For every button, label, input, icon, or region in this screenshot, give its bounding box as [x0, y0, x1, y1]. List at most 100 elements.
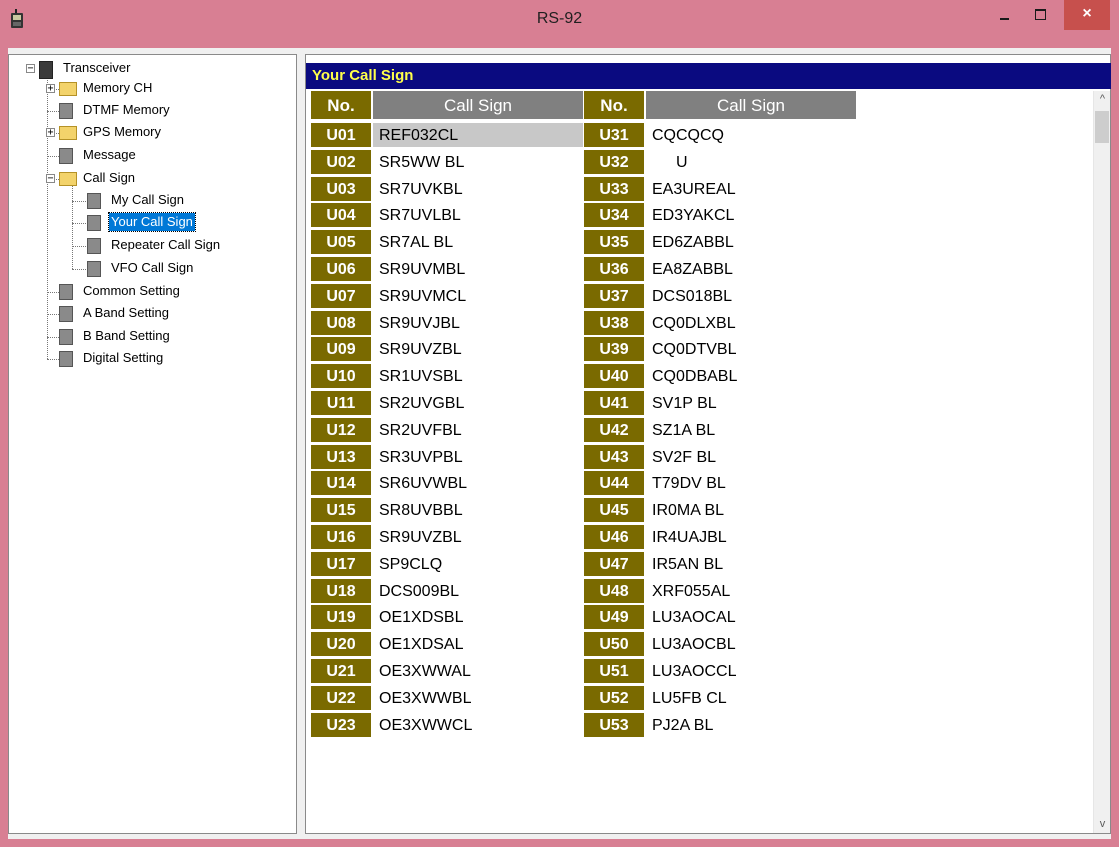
call-sign-cell[interactable]: SR2UVFBL — [373, 418, 583, 444]
call-sign-cell[interactable]: SR8UVBBL — [373, 498, 583, 525]
tree-item-label: Message — [83, 147, 136, 162]
call-sign-cell[interactable]: SR7UVLBL — [373, 203, 583, 230]
call-sign-cell[interactable]: U — [646, 150, 856, 176]
call-sign-cell[interactable]: SR7UVKBL — [373, 177, 583, 203]
collapse-icon[interactable]: − — [46, 174, 55, 184]
slot-number: U49 — [584, 605, 644, 632]
title-bar[interactable]: RS-92 × — [0, 0, 1119, 40]
slot-number: U44 — [584, 471, 644, 498]
slot-number: U41 — [584, 391, 644, 417]
call-sign-cell[interactable]: PJ2A BL — [646, 713, 856, 739]
slot-number: U19 — [311, 605, 371, 632]
call-sign-cell[interactable]: OE1XDSBL — [373, 605, 583, 632]
scroll-down-icon[interactable]: v — [1094, 816, 1111, 833]
tree-connector — [47, 292, 59, 293]
page-icon — [59, 351, 73, 367]
call-sign-cell[interactable]: LU3AOCCL — [646, 659, 856, 685]
call-sign-cell[interactable]: IR5AN BL — [646, 552, 856, 578]
navigation-tree[interactable]: Transceiver − Memory CH + DTMF Memory GPS Mem… — [8, 54, 297, 834]
tree-item-label: Your Call Sign — [108, 212, 196, 232]
expand-icon[interactable]: + — [46, 128, 55, 138]
slot-number: U46 — [584, 525, 644, 551]
vertical-scrollbar[interactable]: ^ v — [1093, 91, 1110, 833]
call-sign-cell[interactable]: SR7AL BL — [373, 230, 583, 257]
tree-item-label: GPS Memory — [83, 124, 162, 139]
client-area: Transceiver − Memory CH + DTMF Memory GPS Mem… — [8, 48, 1111, 839]
call-sign-cell[interactable]: LU3AOCAL — [646, 605, 856, 632]
call-sign-cell[interactable]: IR0MA BL — [646, 498, 856, 525]
call-sign-cell[interactable]: OE1XDSAL — [373, 632, 583, 659]
tree-item-label: A Band Setting — [83, 305, 170, 320]
slot-number: U40 — [584, 364, 644, 391]
slot-number: U32 — [584, 149, 644, 176]
tree-item-label: Transceiver — [63, 60, 131, 75]
call-sign-cell[interactable]: DCS009BL — [373, 579, 583, 605]
tree-item-label: VFO Call Sign — [111, 260, 194, 275]
minimize-button[interactable] — [986, 0, 1022, 30]
call-sign-cell[interactable]: CQ0DBABL — [646, 364, 856, 391]
call-sign-cell[interactable]: SR5WW BL — [373, 150, 583, 176]
call-sign-cell[interactable]: OE3XWWBL — [373, 686, 583, 712]
call-sign-cell[interactable]: EA8ZABBL — [646, 257, 856, 283]
call-sign-cell[interactable]: SP9CLQ — [373, 552, 583, 578]
slot-number: U50 — [584, 632, 644, 659]
scroll-up-icon[interactable]: ^ — [1094, 91, 1111, 108]
minimize-icon — [999, 18, 1009, 20]
expand-icon[interactable]: + — [46, 84, 55, 94]
slot-number: U31 — [584, 123, 644, 149]
slot-number: U36 — [584, 257, 644, 283]
folder-icon — [59, 126, 77, 140]
call-sign-cell[interactable]: LU3AOCBL — [646, 632, 856, 659]
call-sign-cell[interactable]: CQCQCQ — [646, 123, 856, 149]
slot-number: U11 — [311, 391, 371, 417]
call-sign-cell[interactable]: ED6ZABBL — [646, 230, 856, 257]
call-sign-cell[interactable]: SZ1A BL — [646, 418, 856, 444]
page-icon — [59, 329, 73, 345]
call-sign-cell[interactable]: DCS018BL — [646, 284, 856, 310]
close-button[interactable]: × — [1064, 0, 1110, 30]
call-sign-cell[interactable]: SR1UVSBL — [373, 364, 583, 391]
slot-number: U05 — [311, 230, 371, 257]
call-sign-cell[interactable]: LU5FB CL — [646, 686, 856, 712]
call-sign-cell[interactable]: SR6UVWBL — [373, 471, 583, 498]
call-sign-cell[interactable]: CQ0DLXBL — [646, 311, 856, 337]
call-sign-cell[interactable]: ED3YAKCL — [646, 203, 856, 230]
tree-item-label: My Call Sign — [111, 192, 184, 207]
slot-number: U21 — [311, 659, 371, 685]
call-sign-cell[interactable]: SR9UVMBL — [373, 257, 583, 283]
page-icon — [87, 238, 101, 254]
call-sign-cell[interactable]: SR9UVJBL — [373, 311, 583, 337]
radio-icon — [39, 61, 53, 79]
call-sign-cell[interactable]: CQ0DTVBL — [646, 337, 856, 364]
tree-connector — [72, 269, 86, 270]
slot-number: U39 — [584, 337, 644, 364]
call-sign-cell[interactable]: SR9UVMCL — [373, 284, 583, 310]
call-sign-cell[interactable]: SR2UVGBL — [373, 391, 583, 417]
slot-number: U43 — [584, 444, 644, 471]
call-sign-cell[interactable]: REF032CL — [373, 123, 583, 149]
page-icon — [59, 306, 73, 322]
maximize-icon — [1034, 9, 1046, 20]
call-sign-cell[interactable]: SR3UVPBL — [373, 445, 583, 471]
call-sign-cell[interactable]: IR4UAJBL — [646, 525, 856, 551]
scroll-thumb[interactable] — [1095, 111, 1109, 143]
call-sign-panel: Your Call Sign No. Call Sign No. Call Sign U… — [305, 54, 1111, 834]
slot-number: U34 — [584, 203, 644, 230]
maximize-button[interactable] — [1022, 0, 1058, 30]
call-sign-grid[interactable]: No. Call Sign No. Call Sign U01 REF032CL U02 SR… — [306, 91, 1093, 833]
tree-connector — [72, 179, 73, 269]
close-icon: × — [1082, 5, 1092, 22]
call-sign-cell[interactable]: T79DV BL — [646, 471, 856, 498]
slot-number: U17 — [311, 551, 371, 578]
call-sign-cell[interactable]: SR9UVZBL — [373, 337, 583, 364]
call-sign-cell[interactable]: SV1P BL — [646, 391, 856, 417]
column-header-no: No. — [584, 91, 644, 121]
call-sign-cell[interactable]: OE3XWWCL — [373, 713, 583, 739]
collapse-icon[interactable]: − — [26, 64, 35, 74]
call-sign-cell[interactable]: SR9UVZBL — [373, 525, 583, 551]
call-sign-cell[interactable]: SV2F BL — [646, 445, 856, 471]
call-sign-cell[interactable]: OE3XWWAL — [373, 659, 583, 685]
call-sign-cell[interactable]: XRF055AL — [646, 579, 856, 605]
app-window: RS-92 × Transceiver − Memory CH + DTMF Memor… — [0, 0, 1119, 847]
call-sign-cell[interactable]: EA3UREAL — [646, 177, 856, 203]
